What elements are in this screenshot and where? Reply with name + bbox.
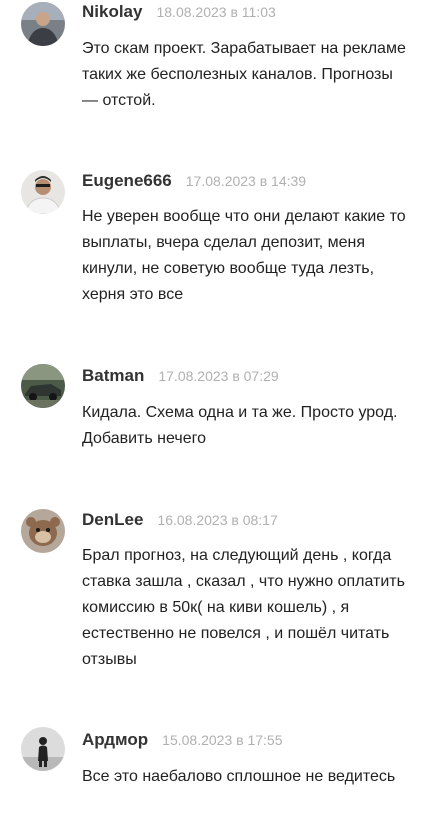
- comment-author[interactable]: Ардмор: [82, 730, 148, 750]
- comment-text: Все это наебалово сплошное не ведитесь: [82, 768, 396, 785]
- comment-date[interactable]: 17.08.2023 в 14:39: [186, 173, 306, 189]
- comment-author[interactable]: Batman: [82, 366, 144, 386]
- car-photo-icon[interactable]: [21, 364, 65, 408]
- comment-header: DenLee 16.08.2023 в 08:17: [82, 510, 278, 534]
- comment-date[interactable]: 17.08.2023 в 07:29: [158, 368, 278, 384]
- user-photo-icon[interactable]: [21, 2, 65, 46]
- comment-header: Eugene666 17.08.2023 в 14:39: [82, 171, 306, 195]
- comment-text: Это скам проект. Зарабатывает на рекламе…: [82, 40, 406, 109]
- comment-date[interactable]: 15.08.2023 в 17:55: [162, 732, 282, 748]
- comment-author[interactable]: Nikolay: [82, 2, 142, 22]
- comment-text: Не уверен вообще что они делают какие то…: [82, 208, 406, 303]
- comment-date[interactable]: 18.08.2023 в 11:03: [156, 4, 275, 20]
- comment-author[interactable]: DenLee: [82, 510, 143, 530]
- comment-header: Nikolay 18.08.2023 в 11:03: [82, 2, 276, 26]
- comment-header: Batman 17.08.2023 в 07:29: [82, 366, 279, 390]
- user-photo-icon[interactable]: [21, 170, 65, 214]
- comment-header: Ардмор 15.08.2023 в 17:55: [82, 730, 282, 754]
- animal-photo-icon[interactable]: [21, 509, 65, 553]
- comment-text: Кидала. Схема одна и та же. Просто урод.…: [82, 404, 398, 447]
- comment-author[interactable]: Eugene666: [82, 171, 172, 191]
- comment-date[interactable]: 16.08.2023 в 08:17: [157, 512, 277, 528]
- silhouette-photo-icon[interactable]: [21, 727, 65, 771]
- comment-text: Брал прогноз, на следующий день , когда …: [82, 547, 405, 668]
